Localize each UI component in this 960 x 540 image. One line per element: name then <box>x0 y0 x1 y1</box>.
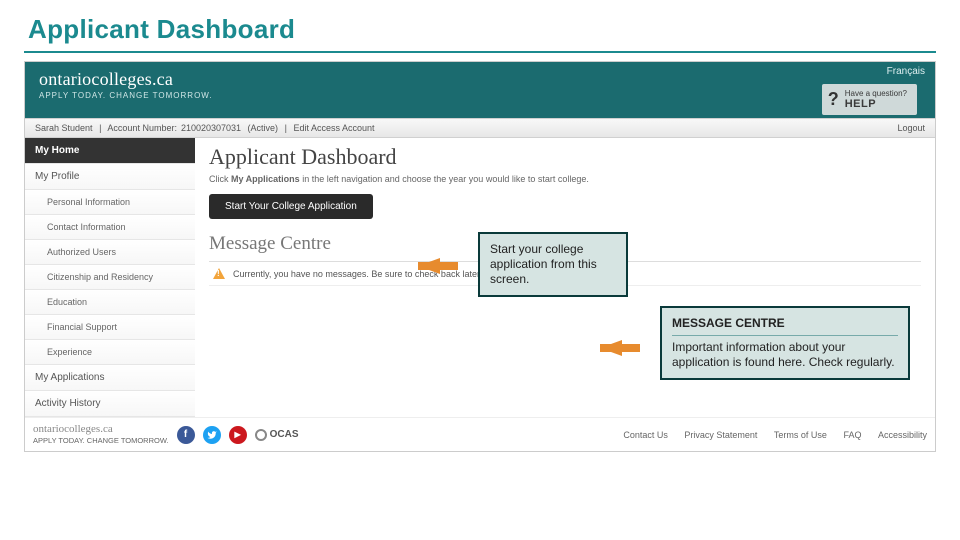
sidebar-item-authorized-users[interactable]: Authorized Users <box>25 240 195 265</box>
page-heading: Applicant Dashboard <box>209 144 921 170</box>
footer-link-contact[interactable]: Contact Us <box>623 430 668 440</box>
language-toggle-link[interactable]: Français <box>887 66 925 77</box>
callout-message-centre: MESSAGE CENTRE Important information abo… <box>660 306 910 380</box>
ocas-logo: OCAS <box>255 429 299 441</box>
facebook-icon[interactable]: f <box>177 426 195 444</box>
slide-title-rule <box>24 51 936 53</box>
account-status: (Active) <box>248 123 279 133</box>
arrow-icon <box>418 258 440 274</box>
site-brand: ontariocolleges.ca <box>39 70 921 88</box>
lead-prefix: Click <box>209 174 231 184</box>
site-header: Français ontariocolleges.ca APPLY TODAY.… <box>25 62 935 118</box>
sidebar-item-contact-information[interactable]: Contact Information <box>25 215 195 240</box>
sidebar-item-personal-information[interactable]: Personal Information <box>25 190 195 215</box>
slide-title: Applicant Dashboard <box>0 0 960 49</box>
help-label: HELP <box>845 98 907 110</box>
sidebar-item-financial-support[interactable]: Financial Support <box>25 315 195 340</box>
footer-link-accessibility[interactable]: Accessibility <box>878 430 927 440</box>
account-bar: Sarah Student | Account Number:210020307… <box>25 118 935 138</box>
start-application-button[interactable]: Start Your College Application <box>209 194 373 219</box>
twitter-icon[interactable] <box>203 426 221 444</box>
callout-start-application: Start your college application from this… <box>478 232 628 297</box>
warning-icon <box>213 268 225 279</box>
callout-msg-title: MESSAGE CENTRE <box>672 316 785 330</box>
sidebar-item-activity-history[interactable]: Activity History <box>25 391 195 417</box>
account-number-label: Account Number: <box>107 123 177 133</box>
sidebar-item-my-profile[interactable]: My Profile <box>25 164 195 190</box>
sidebar-item-education[interactable]: Education <box>25 290 195 315</box>
footer-brand-tag: APPLY TODAY. CHANGE TOMORROW. <box>33 436 169 445</box>
sidebar-item-my-applications[interactable]: My Applications <box>25 365 195 391</box>
sidebar-nav: My Home My Profile Personal Information … <box>25 138 195 417</box>
ocas-text: OCAS <box>270 429 299 440</box>
youtube-icon[interactable]: ▶ <box>229 426 247 444</box>
help-button[interactable]: ? Have a question? HELP <box>822 84 917 115</box>
lead-suffix: in the left navigation and choose the ye… <box>300 174 589 184</box>
footer-brand: ontariocolleges.ca <box>33 424 169 435</box>
logout-link[interactable]: Logout <box>897 123 925 133</box>
site-tagline: APPLY TODAY. CHANGE TOMORROW. <box>39 91 921 100</box>
sidebar-item-experience[interactable]: Experience <box>25 340 195 365</box>
lead-bold: My Applications <box>231 174 300 184</box>
footer-link-privacy[interactable]: Privacy Statement <box>684 430 757 440</box>
footer-link-terms[interactable]: Terms of Use <box>774 430 827 440</box>
account-number: 210020307031 <box>181 123 241 133</box>
sidebar-item-my-home[interactable]: My Home <box>25 138 195 164</box>
account-user: Sarah Student <box>35 123 93 133</box>
footer-link-faq[interactable]: FAQ <box>843 430 861 440</box>
question-mark-icon: ? <box>828 89 839 110</box>
help-subtitle: Have a question? <box>845 90 907 98</box>
edit-access-account-link[interactable]: Edit Access Account <box>293 123 374 133</box>
sidebar-item-citizenship-residency[interactable]: Citizenship and Residency <box>25 265 195 290</box>
callout-msg-body: Important information about your applica… <box>672 340 895 369</box>
message-text: Currently, you have no messages. Be sure… <box>233 269 482 279</box>
footer-links: Contact Us Privacy Statement Terms of Us… <box>609 430 927 440</box>
page-lead-text: Click My Applications in the left naviga… <box>209 174 921 184</box>
site-footer: ontariocolleges.ca APPLY TODAY. CHANGE T… <box>25 417 935 451</box>
arrow-icon <box>600 340 622 356</box>
ocas-dot-icon <box>255 429 267 441</box>
